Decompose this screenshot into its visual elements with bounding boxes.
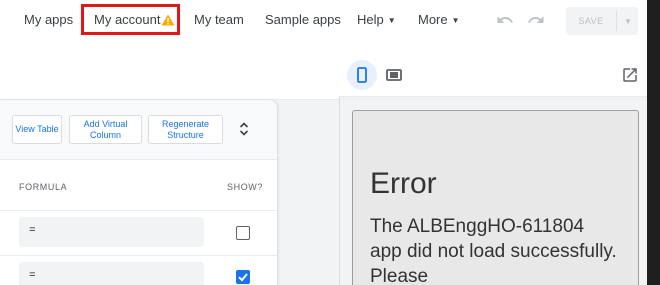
column-editor-card: View Table Add Virtual Column Regenerate… (0, 100, 277, 285)
save-divider (616, 11, 617, 31)
app-preview-frame: Error The ALBEnggHO-611804 app did not l… (352, 110, 639, 285)
window-edge (647, 0, 660, 285)
save-button-group: SAVE ▼ (566, 7, 638, 35)
undo-icon (497, 16, 513, 23)
redo-icon (528, 16, 544, 23)
unfold-icon (239, 122, 249, 136)
view-table-button[interactable]: View Table (12, 115, 62, 144)
save-button[interactable]: SAVE (566, 7, 616, 35)
column-editor-toolbar: View Table Add Virtual Column Regenerate… (0, 100, 277, 160)
nav-my-team[interactable]: My team (194, 12, 244, 27)
nav-my-apps[interactable]: My apps (24, 12, 73, 27)
row-divider (0, 255, 277, 256)
checkmark-icon (238, 273, 248, 282)
open-in-new-icon (623, 68, 637, 82)
tablet-mode-button[interactable] (385, 66, 403, 84)
nav-more[interactable]: More ▼ (418, 12, 460, 27)
phone-mode-button[interactable] (347, 60, 377, 90)
error-title: Error (370, 167, 437, 200)
undo-button[interactable] (496, 11, 514, 29)
nav-sample-apps[interactable]: Sample apps (265, 12, 341, 27)
save-options-button[interactable]: ▼ (619, 7, 637, 35)
show-column-header: SHOW? (227, 182, 264, 192)
nav-help-label: Help (357, 12, 384, 27)
top-navigation-bar: My apps My account My team Sample apps H… (0, 0, 660, 40)
formula-column-header: FORMULA (19, 182, 68, 192)
caret-down-icon: ▼ (624, 16, 632, 26)
error-message: The ALBEnggHO-611804 app did not load su… (370, 216, 617, 285)
open-in-new-button[interactable] (621, 66, 639, 84)
editor-header (0, 40, 339, 100)
redo-button[interactable] (527, 11, 545, 29)
tablet-icon (386, 69, 402, 81)
nav-help[interactable]: Help ▼ (357, 12, 396, 27)
nav-more-label: More (418, 12, 448, 27)
account-highlight-box (81, 4, 180, 35)
formula-input[interactable]: = (19, 217, 204, 247)
regenerate-structure-button[interactable]: Regenerate Structure (148, 115, 223, 144)
expand-button[interactable] (237, 121, 251, 137)
show-checkbox[interactable] (236, 270, 250, 284)
phone-icon (357, 67, 367, 83)
caret-down-icon: ▼ (387, 16, 396, 25)
row-divider (0, 210, 277, 211)
caret-down-icon: ▼ (451, 16, 460, 25)
formula-input[interactable]: = (19, 262, 204, 285)
add-virtual-column-button[interactable]: Add Virtual Column (69, 115, 142, 144)
show-checkbox[interactable] (236, 226, 250, 240)
